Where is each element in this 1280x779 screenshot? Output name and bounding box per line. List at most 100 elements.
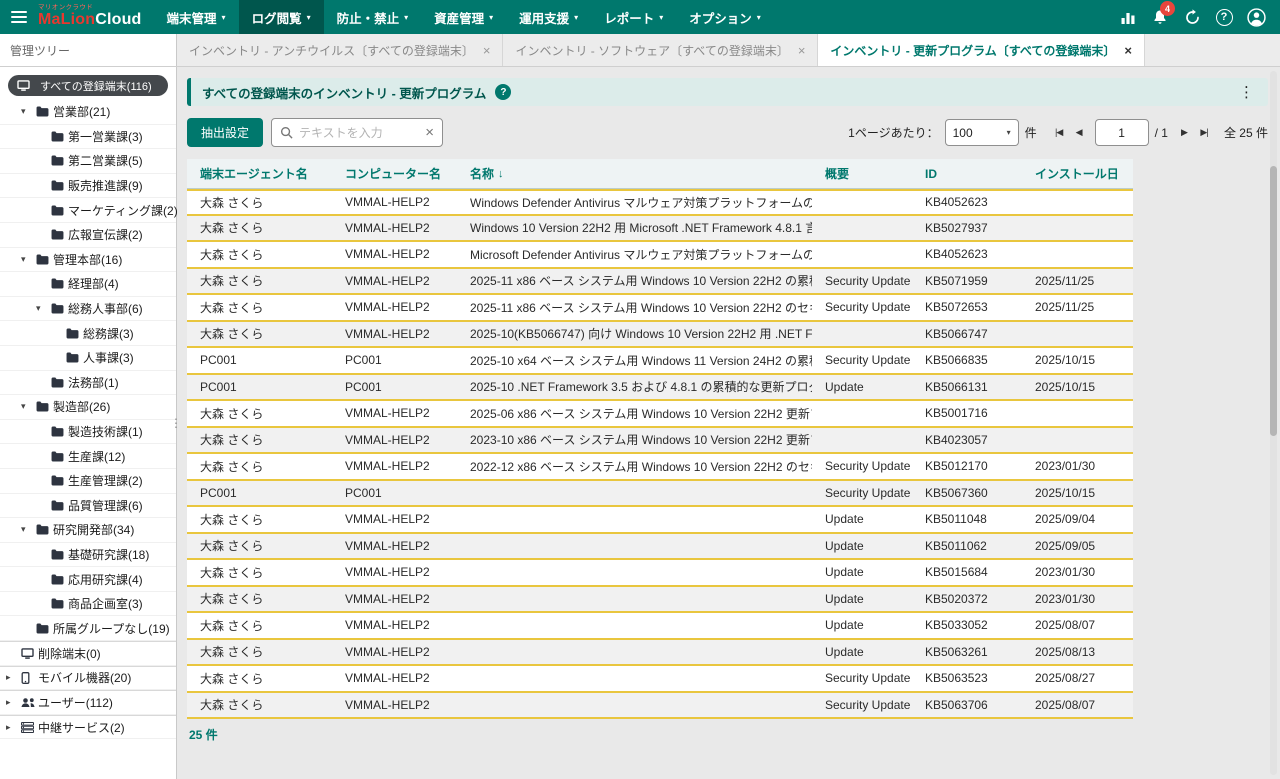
table-cell: 2025-10 .NET Framework 3.5 および 4.8.1 の累積…	[457, 378, 812, 395]
tree-item[interactable]: 削除端末(0)	[0, 641, 176, 666]
tree-item[interactable]: 総務課(3)	[0, 321, 176, 346]
column-header[interactable]: 端末エージェント名	[187, 165, 332, 182]
tree-item[interactable]: ▾総務人事部(6)	[0, 297, 176, 322]
tree-item[interactable]: 商品企画室(3)	[0, 592, 176, 617]
app-logo[interactable]: マリオンクラウド MaLionCloud	[38, 5, 142, 29]
tree-item[interactable]: 広報宣伝課(2)	[0, 223, 176, 248]
tree-item[interactable]: マーケティング課(2)	[0, 198, 176, 223]
tree-item[interactable]: 生産管理課(2)	[0, 469, 176, 494]
tree-item[interactable]: 第一営業課(3)	[0, 125, 176, 150]
help-badge-icon[interactable]: ?	[495, 84, 511, 100]
nav-menu-item[interactable]: ログ閲覧▾	[239, 0, 324, 34]
tree-collapse-icon[interactable]: ▾	[21, 106, 36, 117]
tab-close-icon[interactable]: ×	[483, 43, 491, 58]
search-input[interactable]	[299, 126, 419, 140]
tree-expand-icon[interactable]: ▸	[6, 722, 21, 733]
tree-item[interactable]: 製造技術課(1)	[0, 420, 176, 445]
tree-item[interactable]: 応用研究課(4)	[0, 567, 176, 592]
last-page-button[interactable]: ▶|	[1194, 127, 1214, 138]
tree-item[interactable]: 基礎研究課(18)	[0, 543, 176, 568]
table-row[interactable]: 大森 さくらVMMAL-HELP2UpdateKB50110482025/09/…	[187, 507, 1133, 534]
table-cell: Update	[812, 539, 912, 553]
table-row[interactable]: 大森 さくらVMMAL-HELP2UpdateKB50156842023/01/…	[187, 560, 1133, 587]
table-row[interactable]: PC001PC0012025-10 .NET Framework 3.5 および…	[187, 375, 1133, 402]
tree-item[interactable]: ▾製造部(26)	[0, 395, 176, 420]
tree-item[interactable]: 経理部(4)	[0, 272, 176, 297]
tree-item[interactable]: ▸モバイル機器(20)	[0, 666, 176, 691]
tree-collapse-icon[interactable]: ▾	[21, 401, 36, 412]
tree-item[interactable]: 生産課(12)	[0, 444, 176, 469]
nav-menu-label: レポート	[604, 8, 654, 27]
tree-item[interactable]: ▾研究開発部(34)	[0, 518, 176, 543]
panel-splitter-handle[interactable]: ⋮	[171, 408, 181, 438]
nav-menu-item[interactable]: 端末管理▾	[154, 0, 239, 34]
tree-item[interactable]: 法務部(1)	[0, 371, 176, 396]
tab[interactable]: インベントリ - ソフトウェア〔すべての登録端末〕×	[503, 34, 818, 66]
table-row[interactable]: 大森 さくらVMMAL-HELP22023-10 x86 ベース システム用 W…	[187, 428, 1133, 455]
table-row[interactable]: 大森 さくらVMMAL-HELP2Windows 10 Version 22H2…	[187, 216, 1133, 243]
tree-item[interactable]: ▸ユーザー(112)	[0, 690, 176, 715]
table-row[interactable]: 大森 さくらVMMAL-HELP2UpdateKB50110622025/09/…	[187, 534, 1133, 561]
help-icon[interactable]: ?	[1210, 3, 1238, 31]
column-header[interactable]: 名称↓	[457, 165, 812, 182]
tree-collapse-icon[interactable]: ▾	[36, 303, 51, 314]
usage-chart-icon[interactable]	[1114, 3, 1142, 31]
notifications-bell-icon[interactable]: 4	[1146, 3, 1174, 31]
table-row[interactable]: 大森 さくらVMMAL-HELP22022-12 x86 ベース システム用 W…	[187, 454, 1133, 481]
table-row[interactable]: PC001PC001Security UpdateKB50673602025/1…	[187, 481, 1133, 508]
reload-icon[interactable]	[1178, 3, 1206, 31]
tab-close-icon[interactable]: ×	[1124, 43, 1132, 58]
scrollbar-thumb[interactable]	[1270, 166, 1277, 436]
tree-item[interactable]: ▾管理本部(16)	[0, 248, 176, 273]
hamburger-menu-icon[interactable]	[0, 0, 38, 34]
table-cell: KB4023057	[912, 433, 1022, 447]
nav-menu-item[interactable]: 資産管理▾	[421, 0, 506, 34]
column-header[interactable]: 概要	[812, 165, 912, 182]
table-row[interactable]: 大森 さくらVMMAL-HELP2UpdateKB50632612025/08/…	[187, 640, 1133, 667]
nav-menu-item[interactable]: レポート▾	[591, 0, 676, 34]
search-box: ×	[271, 118, 443, 147]
per-page-select[interactable]: 100 ▾	[945, 119, 1019, 146]
nav-menu-item[interactable]: オプション▾	[676, 0, 774, 34]
clear-search-icon[interactable]: ×	[425, 124, 434, 141]
tree-item[interactable]: ▸中継サービス(2)	[0, 715, 176, 740]
table-row[interactable]: 大森 さくらVMMAL-HELP2UpdateKB50203722023/01/…	[187, 587, 1133, 614]
tree-item[interactable]: 品質管理課(6)	[0, 494, 176, 519]
vertical-scrollbar[interactable]	[1270, 71, 1277, 775]
tree-item[interactable]: 販売推進課(9)	[0, 174, 176, 199]
tab[interactable]: インベントリ - 更新プログラム〔すべての登録端末〕×	[818, 34, 1145, 66]
nav-menu-item[interactable]: 運用支援▾	[506, 0, 591, 34]
table-row[interactable]: 大森 さくらVMMAL-HELP2UpdateKB50330522025/08/…	[187, 613, 1133, 640]
extract-settings-button[interactable]: 抽出設定	[187, 118, 263, 147]
prev-page-button[interactable]: ◀	[1069, 127, 1089, 138]
table-row[interactable]: 大森 さくらVMMAL-HELP22025-10(KB5066747) 向け W…	[187, 322, 1133, 349]
tree-item[interactable]: ▾営業部(21)	[0, 100, 176, 125]
tab[interactable]: インベントリ - アンチウイルス〔すべての登録端末〕×	[177, 34, 503, 66]
kebab-menu-icon[interactable]: ⋮	[1236, 83, 1257, 101]
column-header[interactable]: ID	[912, 167, 1022, 181]
table-row[interactable]: 大森 さくらVMMAL-HELP2Security UpdateKB506352…	[187, 666, 1133, 693]
table-row[interactable]: 大森 さくらVMMAL-HELP22025-11 x86 ベース システム用 W…	[187, 295, 1133, 322]
column-header[interactable]: コンピューター名	[332, 165, 457, 182]
table-row[interactable]: 大森 さくらVMMAL-HELP2Windows Defender Antivi…	[187, 189, 1133, 216]
tree-collapse-icon[interactable]: ▾	[21, 254, 36, 265]
tree-expand-icon[interactable]: ▸	[6, 672, 21, 683]
page-number-input[interactable]	[1095, 119, 1149, 146]
account-icon[interactable]	[1242, 3, 1270, 31]
tab-close-icon[interactable]: ×	[798, 43, 806, 58]
tree-collapse-icon[interactable]: ▾	[21, 524, 36, 535]
table-row[interactable]: 大森 さくらVMMAL-HELP2Microsoft Defender Anti…	[187, 242, 1133, 269]
tree-root-all-devices[interactable]: すべての登録端末(116)	[8, 75, 168, 96]
nav-menu-item[interactable]: 防止・禁止▾	[324, 0, 422, 34]
table-row[interactable]: 大森 さくらVMMAL-HELP22025-11 x86 ベース システム用 W…	[187, 269, 1133, 296]
table-row[interactable]: PC001PC0012025-10 x64 ベース システム用 Windows …	[187, 348, 1133, 375]
tree-expand-icon[interactable]: ▸	[6, 697, 21, 708]
first-page-button[interactable]: |◀	[1049, 127, 1069, 138]
tree-item[interactable]: 人事課(3)	[0, 346, 176, 371]
next-page-button[interactable]: ▶	[1174, 127, 1194, 138]
table-row[interactable]: 大森 さくらVMMAL-HELP2Security UpdateKB506370…	[187, 693, 1133, 720]
tree-item[interactable]: 所属グループなし(19)	[0, 616, 176, 641]
column-header[interactable]: インストール日	[1022, 165, 1133, 182]
tree-item[interactable]: 第二営業課(5)	[0, 149, 176, 174]
table-row[interactable]: 大森 さくらVMMAL-HELP22025-06 x86 ベース システム用 W…	[187, 401, 1133, 428]
